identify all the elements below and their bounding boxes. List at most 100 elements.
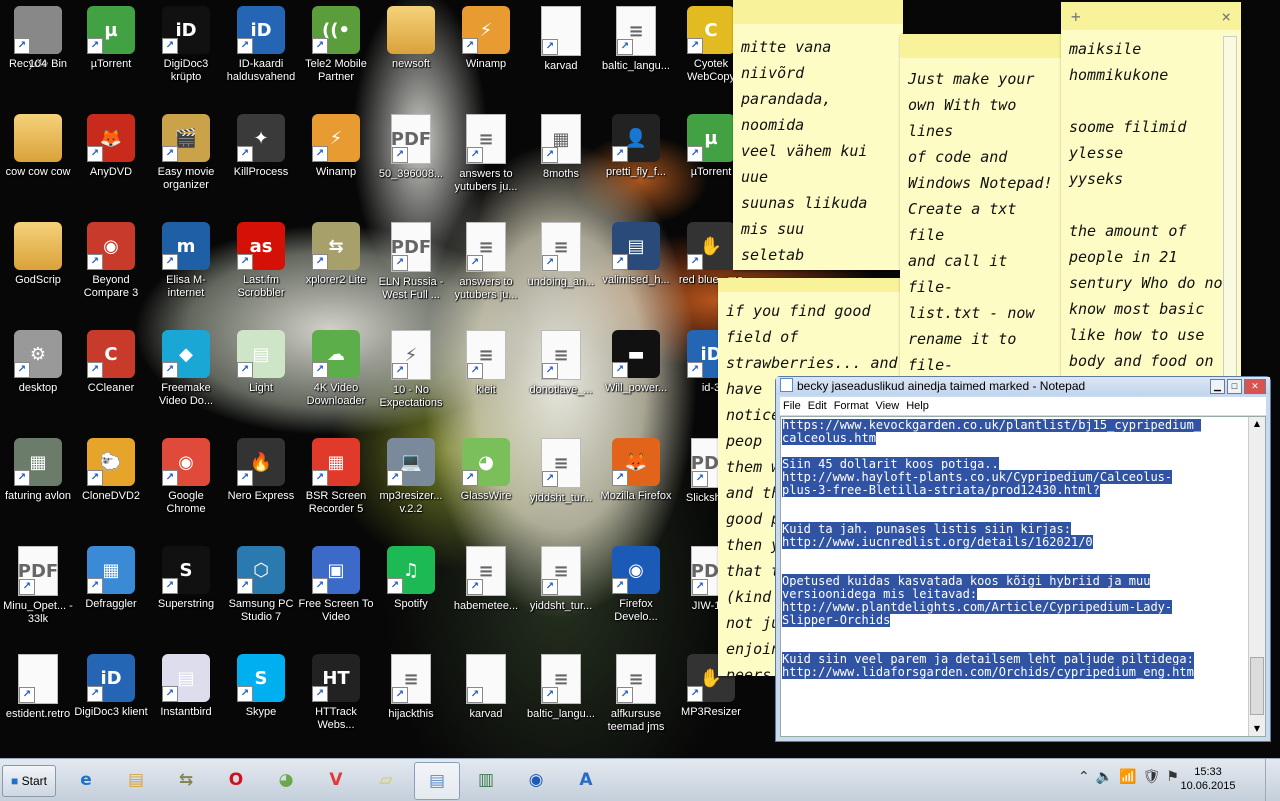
desktop-icon[interactable]: C ↗ CCleaner (73, 324, 149, 428)
desktop-icon[interactable]: ⬡ ↗ Samsung PC Studio 7 (223, 540, 299, 644)
scroll-up-arrow-icon[interactable]: ▲ (1249, 417, 1265, 431)
desktop-icon[interactable]: ↗ estident.retro (0, 648, 76, 752)
taskbar-opera[interactable]: O (214, 762, 258, 798)
show-desktop-button[interactable] (1265, 759, 1280, 801)
maximize-button[interactable]: □ (1227, 379, 1242, 394)
clock[interactable]: 15:33 10.06.2015 (1178, 765, 1238, 793)
desktop-icon[interactable]: ▦ ↗ 8moths (523, 108, 599, 212)
desktop-icon[interactable]: ≡ ↗ yiddsht_tur... (523, 540, 599, 644)
taskbar-sticky-notes[interactable]: ▱ (364, 762, 408, 798)
desktop-icon[interactable]: m ↗ Elisa M-internet (148, 216, 224, 320)
text-line[interactable]: http://www.lidaforsgarden.com/Orchids/cy… (782, 665, 1247, 679)
close-button[interactable]: ✕ (1244, 379, 1266, 394)
desktop-icon[interactable]: ≡ ↗ undoing_an... (523, 216, 599, 320)
desktop-icon[interactable]: ≡ ↗ kleit (448, 324, 524, 428)
desktop-icon[interactable]: 💻 ↗ mp3resizer... v.2.2 (373, 432, 449, 536)
taskbar-xplorer2[interactable]: ⇆ (164, 762, 208, 798)
desktop-icon[interactable]: S ↗ Superstring (148, 540, 224, 644)
desktop-icon[interactable]: PDF ↗ Minu_Opet... - 33lk (0, 540, 76, 644)
desktop-icon[interactable]: ⇆ ↗ xplorer2 Lite (298, 216, 374, 320)
desktop-icon[interactable]: 👤 ↗ pretti_fly_f... (598, 108, 674, 212)
desktop-icon[interactable]: ▦ ↗ BSR Screen Recorder 5 (298, 432, 374, 536)
taskbar-glasswire[interactable]: ◕ (264, 762, 308, 798)
scroll-thumb[interactable] (1250, 657, 1264, 715)
desktop-icon[interactable]: ▤ ↗ Instantbird (148, 648, 224, 752)
desktop-icon[interactable]: 🐑 ↗ CloneDVD2 (73, 432, 149, 536)
menu-format[interactable]: Format (834, 400, 869, 412)
desktop-icon[interactable]: ▦ ↗ faturing avlon (0, 432, 76, 536)
desktop-icon[interactable]: ◉ ↗ Beyond Compare 3 (73, 216, 149, 320)
menu-view[interactable]: View (876, 400, 900, 412)
desktop-icon[interactable]: ◕ ↗ GlassWire (448, 432, 524, 536)
menu-file[interactable]: File (783, 400, 801, 412)
desktop-icon[interactable]: ≡ ↗ yiddsht_tur... (523, 432, 599, 536)
desktop-icon[interactable]: 🔥 ↗ Nero Express (223, 432, 299, 536)
menu-help[interactable]: Help (906, 400, 929, 412)
desktop-icon[interactable]: PDF ↗ 50_396008... (373, 108, 449, 212)
desktop-icon[interactable]: ✦ ↗ KillProcess (223, 108, 299, 212)
notepad-text-content[interactable]: https://www.kevockgarden.co.uk/plantlist… (782, 419, 1247, 734)
text-line[interactable]: Slipper-Orchids (782, 613, 1247, 627)
desktop-icon[interactable]: iD ↗ ID-kaardi haldusvahend (223, 0, 299, 104)
notepad-vertical-scrollbar[interactable]: ▲ ▼ (1248, 417, 1265, 736)
desktop-icon[interactable]: ≡ ↗ answers to yutubers ju... (448, 108, 524, 212)
taskbar-vivaldi[interactable]: V (314, 762, 358, 798)
text-line[interactable] (782, 497, 1247, 510)
desktop-icon[interactable]: ≡ ↗ baltic_langu... (523, 648, 599, 752)
network-icon[interactable]: 📶 (1119, 769, 1136, 785)
sticky-note-titlebar[interactable] (900, 34, 1062, 58)
scroll-down-arrow-icon[interactable]: ▼ (1249, 722, 1265, 736)
sticky-note[interactable]: mitte vana niivõrd parandada, noomida ve… (733, 0, 903, 270)
desktop-icon[interactable]: ◉ ↗ Google Chrome (148, 432, 224, 536)
desktop-icon[interactable]: S ↗ Skype (223, 648, 299, 752)
desktop-icon[interactable]: ≡ ↗ answers to yutubers ju... (448, 216, 524, 320)
volume-icon[interactable]: 🔈 (1096, 769, 1113, 785)
desktop-icon[interactable]: PDF ↗ ELN Russia - West Full ... (373, 216, 449, 320)
desktop-icon[interactable]: ↗ karvad (523, 0, 599, 104)
taskbar-firefox-developer[interactable]: ◉ (514, 762, 558, 798)
menu-edit[interactable]: Edit (808, 400, 827, 412)
sticky-note-titlebar[interactable]: + × (1061, 2, 1241, 30)
sticky-note-titlebar[interactable] (733, 0, 903, 24)
taskbar-notepad[interactable]: ▤ (414, 762, 460, 800)
desktop-icon[interactable]: ⚙ ↗ desktop (0, 324, 76, 428)
desktop-icon[interactable]: 🎬 ↗ Easy movie organizer (148, 108, 224, 212)
desktop[interactable]: 🗑↗Recycle Binµ↗µTorrentiD↗DigiDoc3 krüpt… (0, 0, 1280, 758)
taskbar-internet-explorer[interactable]: e (64, 762, 108, 798)
desktop-icon[interactable]: 🦊 ↗ AnyDVD (73, 108, 149, 212)
text-line[interactable]: plus-3-free-Bletilla-striata/prod12430.h… (782, 483, 1247, 497)
desktop-icon[interactable]: ▤ ↗ Light (223, 324, 299, 428)
desktop-icon[interactable]: ▦ ↗ Defraggler (73, 540, 149, 644)
sticky-note-scrollbar[interactable] (1223, 36, 1237, 378)
sticky-note-titlebar[interactable] (718, 278, 908, 292)
text-line[interactable]: http://www.iucnredlist.org/details/16202… (782, 535, 1247, 549)
desktop-icon[interactable]: ↗ 104 (0, 0, 76, 104)
desktop-icon[interactable]: ☁ ↗ 4K Video Downloader (298, 324, 374, 428)
desktop-icon[interactable]: iD ↗ DigiDoc3 krüpto (148, 0, 224, 104)
desktop-icon[interactable]: ⚡ ↗ Winamp (448, 0, 524, 104)
desktop-icon[interactable]: ≡ ↗ baltic_langu... (598, 0, 674, 104)
desktop-icon[interactable]: GodScrip (0, 216, 76, 320)
taskbar-file-explorer[interactable]: ▤ (114, 762, 158, 798)
taskbar-task-manager[interactable]: ▥ (464, 762, 508, 798)
desktop-icon[interactable]: 🦊 ↗ Mozilla Firefox (598, 432, 674, 536)
minimize-button[interactable]: ▁ (1210, 379, 1225, 394)
sticky-note-text[interactable]: mitte vana niivõrd parandada, noomida ve… (733, 24, 903, 270)
desktop-icon[interactable]: HT ↗ HTTrack Webs... (298, 648, 374, 752)
start-button[interactable]: ■ Start (2, 765, 56, 797)
sticky-note[interactable]: Just make your own With two lines of cod… (900, 34, 1062, 380)
desktop-icon[interactable]: newsoft (373, 0, 449, 104)
desktop-icon[interactable]: ≡ ↗ alfkursuse teemad jms (598, 648, 674, 752)
desktop-icon[interactable]: ≡ ↗ habemetee... (448, 540, 524, 644)
text-line[interactable] (782, 627, 1247, 640)
notepad-window[interactable]: becky jaseaduslikud ainedja taimed marke… (775, 376, 1271, 742)
desktop-icon[interactable]: ((• ↗ Tele2 Mobile Partner (298, 0, 374, 104)
desktop-icon[interactable]: ↗ karvad (448, 648, 524, 752)
notepad-titlebar[interactable]: becky jaseaduslikud ainedja taimed marke… (776, 377, 1270, 395)
desktop-icon[interactable]: as ↗ Last.fm Scrobbler (223, 216, 299, 320)
desktop-icon[interactable]: ♫ ↗ Spotify (373, 540, 449, 644)
security-icon[interactable]: 🛡 (1143, 769, 1161, 785)
sticky-note-text[interactable]: maiksile hommikukone soome filimid yless… (1061, 30, 1241, 380)
desktop-icon[interactable]: ▣ ↗ Free Screen To Video (298, 540, 374, 644)
sticky-note[interactable]: + × maiksile hommikukone soome filimid y… (1061, 2, 1241, 380)
